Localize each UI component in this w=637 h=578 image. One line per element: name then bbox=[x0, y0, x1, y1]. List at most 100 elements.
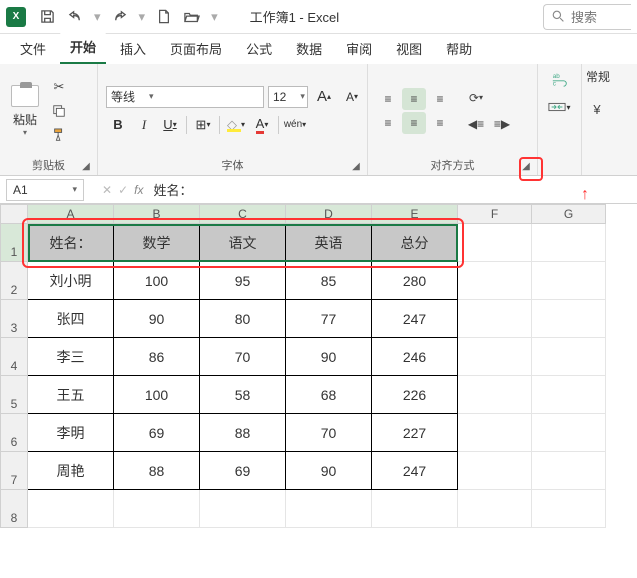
wrap-text-icon[interactable]: abc bbox=[547, 68, 573, 90]
data-cell[interactable]: 90 bbox=[286, 452, 372, 490]
font-name-select[interactable]: 等线▾ bbox=[106, 86, 264, 108]
copy-icon[interactable] bbox=[48, 101, 70, 121]
data-cell[interactable]: 70 bbox=[286, 414, 372, 452]
data-cell[interactable]: 247 bbox=[372, 300, 458, 338]
data-cell[interactable]: 100 bbox=[114, 376, 200, 414]
data-cell[interactable]: 李三 bbox=[28, 338, 114, 376]
tab-审阅[interactable]: 审阅 bbox=[336, 33, 382, 64]
data-cell[interactable]: 86 bbox=[114, 338, 200, 376]
fx-icon[interactable]: fx bbox=[134, 183, 143, 197]
data-cell[interactable] bbox=[532, 414, 606, 452]
align-top-icon[interactable]: ≡ bbox=[376, 88, 400, 110]
data-cell[interactable] bbox=[458, 490, 532, 528]
data-cell[interactable]: 90 bbox=[286, 338, 372, 376]
tab-帮助[interactable]: 帮助 bbox=[436, 33, 482, 64]
data-cell[interactable] bbox=[532, 376, 606, 414]
tab-公式[interactable]: 公式 bbox=[236, 33, 282, 64]
undo-dropdown-icon[interactable]: ▾ bbox=[94, 9, 101, 25]
col-header-D[interactable]: D bbox=[286, 204, 372, 224]
redo-dropdown-icon[interactable]: ▾ bbox=[139, 9, 146, 25]
data-cell[interactable]: 80 bbox=[200, 300, 286, 338]
header-cell[interactable]: 姓名： bbox=[28, 224, 114, 262]
data-cell[interactable]: 280 bbox=[372, 262, 458, 300]
orientation-icon[interactable]: ⟳▾ bbox=[464, 87, 488, 109]
data-cell[interactable] bbox=[372, 490, 458, 528]
font-size-select[interactable]: 12▾ bbox=[268, 86, 308, 108]
data-cell[interactable]: 张四 bbox=[28, 300, 114, 338]
data-cell[interactable] bbox=[458, 300, 532, 338]
data-cell[interactable]: 88 bbox=[114, 452, 200, 490]
redo-icon[interactable] bbox=[107, 5, 133, 29]
tab-视图[interactable]: 视图 bbox=[386, 33, 432, 64]
row-header-6[interactable]: 6 bbox=[0, 414, 28, 452]
header-cell[interactable]: 语文 bbox=[200, 224, 286, 262]
data-cell[interactable] bbox=[532, 338, 606, 376]
data-cell[interactable]: 李明 bbox=[28, 414, 114, 452]
header-cell[interactable] bbox=[532, 224, 606, 262]
data-cell[interactable]: 58 bbox=[200, 376, 286, 414]
row-header-4[interactable]: 4 bbox=[0, 338, 28, 376]
data-cell[interactable] bbox=[458, 414, 532, 452]
data-cell[interactable]: 刘小明 bbox=[28, 262, 114, 300]
paste-button[interactable]: 粘贴 ▾ bbox=[8, 85, 42, 137]
enter-formula-icon[interactable]: ✓ bbox=[118, 183, 128, 197]
col-header-B[interactable]: B bbox=[114, 204, 200, 224]
data-cell[interactable]: 227 bbox=[372, 414, 458, 452]
data-cell[interactable] bbox=[532, 490, 606, 528]
row-header-5[interactable]: 5 bbox=[0, 376, 28, 414]
data-cell[interactable] bbox=[532, 452, 606, 490]
row-header-3[interactable]: 3 bbox=[0, 300, 28, 338]
name-box[interactable]: A1▾ bbox=[6, 179, 84, 201]
open-folder-icon[interactable] bbox=[179, 5, 205, 29]
qat-customize-icon[interactable]: ▾ bbox=[211, 9, 218, 25]
col-header-C[interactable]: C bbox=[200, 204, 286, 224]
col-header-A[interactable]: A bbox=[28, 204, 114, 224]
data-cell[interactable]: 69 bbox=[114, 414, 200, 452]
align-left-icon[interactable]: ≡ bbox=[376, 112, 400, 134]
header-cell[interactable]: 总分 bbox=[372, 224, 458, 262]
phonetic-button[interactable]: wén▾ bbox=[283, 114, 307, 136]
decrease-font-icon[interactable]: A▾ bbox=[340, 86, 364, 108]
undo-icon[interactable] bbox=[62, 5, 88, 29]
data-cell[interactable] bbox=[458, 338, 532, 376]
data-cell[interactable]: 90 bbox=[114, 300, 200, 338]
cancel-formula-icon[interactable]: ✕ bbox=[102, 183, 112, 197]
row-header-2[interactable]: 2 bbox=[0, 262, 28, 300]
data-cell[interactable] bbox=[532, 262, 606, 300]
data-cell[interactable]: 246 bbox=[372, 338, 458, 376]
data-cell[interactable]: 68 bbox=[286, 376, 372, 414]
border-button[interactable]: ⊞▾ bbox=[191, 114, 215, 136]
alignment-launcher-icon[interactable]: ◢ bbox=[519, 159, 533, 173]
select-all-corner[interactable] bbox=[0, 204, 28, 224]
increase-indent-icon[interactable]: ≡▶ bbox=[490, 113, 514, 135]
col-header-E[interactable]: E bbox=[372, 204, 458, 224]
align-center-icon[interactable]: ≡ bbox=[402, 112, 426, 134]
data-cell[interactable]: 88 bbox=[200, 414, 286, 452]
data-cell[interactable] bbox=[458, 452, 532, 490]
data-cell[interactable]: 70 bbox=[200, 338, 286, 376]
data-cell[interactable] bbox=[114, 490, 200, 528]
data-cell[interactable] bbox=[532, 300, 606, 338]
data-cell[interactable] bbox=[200, 490, 286, 528]
data-cell[interactable]: 226 bbox=[372, 376, 458, 414]
align-middle-icon[interactable]: ≡ bbox=[402, 88, 426, 110]
currency-icon[interactable]: ¥ bbox=[586, 99, 608, 119]
tab-页面布局[interactable]: 页面布局 bbox=[160, 33, 232, 64]
tab-文件[interactable]: 文件 bbox=[10, 33, 56, 64]
save-icon[interactable] bbox=[34, 5, 60, 29]
header-cell[interactable]: 英语 bbox=[286, 224, 372, 262]
row-header-7[interactable]: 7 bbox=[0, 452, 28, 490]
col-header-G[interactable]: G bbox=[532, 204, 606, 224]
data-cell[interactable]: 247 bbox=[372, 452, 458, 490]
data-cell[interactable]: 69 bbox=[200, 452, 286, 490]
col-header-F[interactable]: F bbox=[458, 204, 532, 224]
italic-button[interactable]: I bbox=[132, 114, 156, 136]
row-header-1[interactable]: 1 bbox=[0, 224, 28, 262]
data-cell[interactable]: 77 bbox=[286, 300, 372, 338]
font-launcher-icon[interactable]: ◢ bbox=[349, 159, 363, 173]
data-cell[interactable] bbox=[458, 262, 532, 300]
align-bottom-icon[interactable]: ≡ bbox=[428, 88, 452, 110]
data-cell[interactable]: 100 bbox=[114, 262, 200, 300]
data-cell[interactable]: 王五 bbox=[28, 376, 114, 414]
data-cell[interactable]: 85 bbox=[286, 262, 372, 300]
